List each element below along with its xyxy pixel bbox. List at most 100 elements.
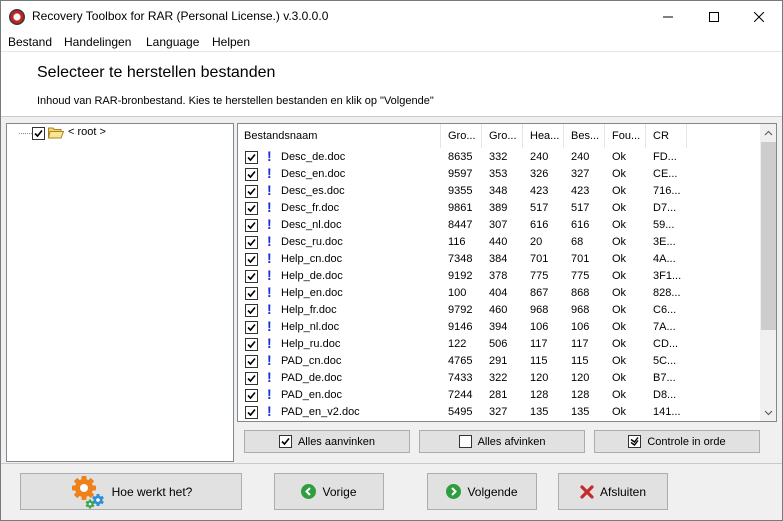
table-row[interactable]: ! Help_fr.doc 9792 460 968 968 Ok C6... — [238, 301, 760, 319]
table-row[interactable]: ! Desc_ru.doc 116 440 20 68 Ok 3E... — [238, 233, 760, 251]
arrow-left-icon — [301, 484, 317, 499]
column-header-file[interactable]: Bes... — [565, 124, 605, 148]
table-row[interactable]: ! Help_ru.doc 122 506 117 117 Ok CD... — [238, 335, 760, 353]
cell-crc: D7... — [653, 202, 677, 214]
row-checkbox[interactable] — [245, 151, 258, 164]
table-row[interactable]: ! Desc_es.doc 9355 348 423 423 Ok 716... — [238, 182, 760, 200]
table-row[interactable]: ! Desc_en.doc 9597 353 326 327 Ok CE... — [238, 165, 760, 183]
next-button[interactable]: Volgende — [427, 473, 537, 510]
previous-button[interactable]: Vorige — [274, 473, 384, 510]
next-label: Volgende — [467, 484, 518, 499]
cell-crc: 716... — [653, 185, 681, 197]
column-header-packed[interactable]: Gro... — [483, 124, 523, 148]
menu-bestand[interactable]: Bestand — [8, 35, 52, 49]
uncheck-all-label: Alles afvinken — [477, 435, 546, 448]
minimize-icon — [663, 16, 673, 17]
row-checkbox[interactable] — [245, 236, 258, 249]
cell-errors: Ok — [612, 219, 627, 231]
cell-file: 135 — [571, 406, 590, 418]
exclamation-icon: ! — [267, 403, 272, 419]
row-checkbox[interactable] — [245, 304, 258, 317]
exit-button[interactable]: Afsluiten — [558, 473, 668, 510]
uncheck-all-button[interactable]: Alles afvinken — [419, 430, 585, 453]
column-header-header[interactable]: Hea... — [524, 124, 564, 148]
cell-packed-size: 389 — [489, 202, 508, 214]
maximize-icon — [709, 11, 719, 22]
vertical-scrollbar[interactable] — [760, 124, 776, 421]
row-checkbox[interactable] — [245, 355, 258, 368]
table-row[interactable]: ! Help_nl.doc 9146 394 106 106 Ok 7A... — [238, 318, 760, 336]
table-row[interactable]: ! Desc_nl.doc 8447 307 616 616 Ok 59... — [238, 216, 760, 234]
tree-root-label[interactable]: < root > — [68, 126, 106, 138]
previous-label: Vorige — [322, 484, 357, 499]
column-header-size[interactable]: Gro... — [442, 124, 482, 148]
cell-filename: Desc_en.doc — [281, 168, 346, 180]
cell-errors: Ok — [612, 372, 627, 384]
checkmark-icon — [247, 408, 256, 417]
menu-handelingen[interactable]: Handelingen — [64, 35, 131, 49]
table-row[interactable]: ! Help_de.doc 9192 378 775 775 Ok 3F1... — [238, 267, 760, 285]
table-row[interactable]: ! PAD_de.doc 7433 322 120 120 Ok B7... — [238, 369, 760, 387]
how-it-works-button[interactable]: Hoe werkt het? — [20, 473, 242, 510]
row-checkbox[interactable] — [245, 253, 258, 266]
checkmark-icon — [247, 153, 256, 162]
cell-crc: D8... — [653, 389, 677, 401]
tree-root-checkbox[interactable] — [32, 127, 45, 140]
row-checkbox[interactable] — [245, 168, 258, 181]
table-row[interactable]: ! PAD_en.doc 7244 281 128 128 Ok D8... — [238, 386, 760, 404]
table-row[interactable]: ! PAD_cn.doc 4765 291 115 115 Ok 5C... — [238, 352, 760, 370]
list-header: Bestandsnaam Gro... Gro... Hea... Bes...… — [238, 124, 760, 148]
row-checkbox[interactable] — [245, 270, 258, 283]
row-checkbox[interactable] — [245, 219, 258, 232]
cell-file: 517 — [571, 202, 590, 214]
menu-language[interactable]: Language — [146, 35, 199, 49]
cell-packed-size: 281 — [489, 389, 508, 401]
cell-crc: CE... — [653, 168, 678, 180]
cell-file: 616 — [571, 219, 590, 231]
scrollbar-thumb[interactable] — [761, 142, 776, 330]
check-ok-button[interactable]: Controle in orde — [594, 430, 760, 453]
checkmark-icon — [247, 221, 256, 230]
folder-tree[interactable]: < root > — [6, 123, 234, 462]
scroll-up-button[interactable] — [760, 124, 776, 141]
checkmark-icon — [247, 357, 256, 366]
folder-icon — [48, 127, 64, 139]
table-row[interactable]: ! Help_en.doc 100 404 867 868 Ok 828... — [238, 284, 760, 302]
column-header-name[interactable]: Bestandsnaam — [238, 124, 441, 148]
exclamation-icon: ! — [267, 233, 272, 249]
close-window-button[interactable] — [736, 1, 782, 32]
file-list[interactable]: Bestandsnaam Gro... Gro... Hea... Bes...… — [237, 123, 777, 422]
minimize-button[interactable] — [645, 1, 691, 32]
cell-header: 968 — [530, 304, 549, 316]
cell-size: 9792 — [448, 304, 473, 316]
table-row[interactable]: ! Desc_de.doc 8635 332 240 240 Ok FD... — [238, 148, 760, 166]
gears-icon — [71, 475, 104, 508]
exclamation-icon: ! — [267, 267, 272, 283]
row-checkbox[interactable] — [245, 202, 258, 215]
row-checkbox[interactable] — [245, 287, 258, 300]
table-row[interactable]: ! Desc_fr.doc 9861 389 517 517 Ok D7... — [238, 199, 760, 217]
cell-filename: Help_en.doc — [281, 287, 343, 299]
row-checkbox[interactable] — [245, 321, 258, 334]
checkmark-icon — [247, 255, 256, 264]
checked-box-icon — [278, 435, 292, 448]
cell-filename: Help_de.doc — [281, 270, 343, 282]
cell-file: 775 — [571, 270, 590, 282]
table-row[interactable]: ! Help_cn.doc 7348 384 701 701 Ok 4A... — [238, 250, 760, 268]
row-checkbox[interactable] — [245, 406, 258, 419]
row-checkbox[interactable] — [245, 338, 258, 351]
check-all-button[interactable]: Alles aanvinken — [244, 430, 410, 453]
column-header-errors[interactable]: Fou... — [606, 124, 646, 148]
row-checkbox[interactable] — [245, 389, 258, 402]
column-header-crc[interactable]: CR — [647, 124, 687, 148]
cell-errors: Ok — [612, 389, 627, 401]
maximize-button[interactable] — [691, 1, 737, 32]
cell-size: 9355 — [448, 185, 473, 197]
table-row[interactable]: ! PAD_en_v2.doc 5495 327 135 135 Ok 141... — [238, 403, 760, 421]
menu-helpen[interactable]: Helpen — [212, 35, 250, 49]
cell-size: 7433 — [448, 372, 473, 384]
scroll-down-button[interactable] — [760, 404, 776, 421]
row-checkbox[interactable] — [245, 372, 258, 385]
row-checkbox[interactable] — [245, 185, 258, 198]
how-it-works-label: Hoe werkt het? — [111, 484, 193, 499]
